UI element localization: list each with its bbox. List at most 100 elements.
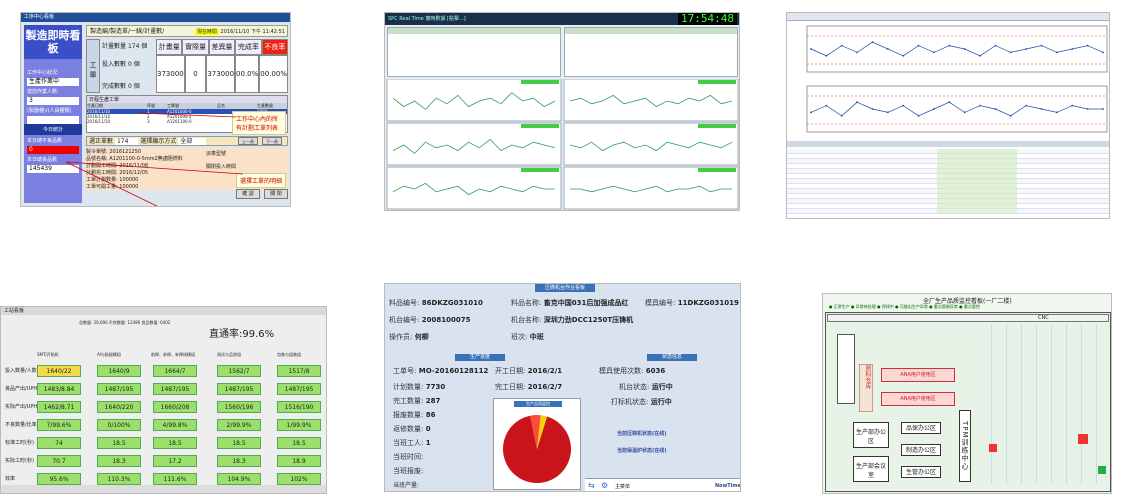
row-status-cell [937, 199, 1017, 203]
metric-cell: 18.9 [277, 455, 321, 467]
row-status-cell [937, 159, 1017, 163]
trend-point [933, 51, 935, 54]
yield-label: 直通率:99.6% [209, 329, 275, 340]
row-status-cell [937, 164, 1017, 168]
metric-cell: 1517/8 [277, 365, 321, 377]
trend-point [840, 44, 843, 47]
trend-analysis-window [786, 12, 1110, 219]
row-status-cell [937, 179, 1017, 183]
metric-cell: 1462/8.71 [37, 401, 81, 413]
metric-cell: 1487/195 [217, 383, 261, 395]
mold-usage-count: 6036 [645, 367, 666, 375]
metric-cell: 111.6% [153, 473, 197, 485]
trend-point [1102, 108, 1104, 110]
trend-point [1025, 104, 1028, 107]
repair-quantity: 0 [425, 425, 431, 433]
metric-cell: 18.3 [97, 455, 141, 467]
row-status-cell [937, 189, 1017, 193]
trend-point [856, 101, 859, 104]
alert-marker[interactable] [1078, 434, 1088, 444]
window-title: 工站看板 [1, 307, 326, 315]
storage-area: 原料仓库 [859, 364, 873, 412]
trend-point [994, 44, 997, 47]
metric-cell: 102% [277, 473, 321, 485]
table-row: 实际工时(秒) 70.7 18.3 17.2 18.3 18.9 [1, 453, 326, 469]
trend-point [810, 111, 812, 114]
trend-point [825, 54, 828, 57]
trend-point [948, 101, 951, 104]
row-status-cell [937, 169, 1017, 173]
header-row: SMT/开贴机 AI与贴插模组 前焊、补焊、补焊线模组 测试与品质组 包装与组装… [37, 352, 301, 357]
spc-panel [386, 122, 562, 166]
table-row[interactable] [787, 209, 1109, 214]
trend-plot-area [806, 85, 1108, 133]
metric-cell: 70.7 [37, 455, 81, 467]
office-planning[interactable]: 生管办公区 [901, 466, 941, 478]
end-date: 2016/2/7 [527, 383, 563, 391]
trend-point [1009, 114, 1012, 117]
row-status-cell [937, 204, 1017, 208]
trend-point [933, 108, 935, 110]
now-time-label: NowTime [715, 483, 741, 489]
spc-panel [386, 79, 562, 122]
main-menu-link[interactable]: 主菜单 [615, 483, 630, 490]
spc-summary-left [387, 27, 561, 77]
workers-count: 1 [425, 439, 431, 447]
tpm-training-center[interactable]: TPM训练中心 [959, 410, 971, 482]
shift-name: 中班 [529, 333, 544, 341]
trend-point [871, 41, 874, 44]
spc-panel-status [698, 168, 736, 172]
tab-bar[interactable] [787, 141, 1109, 147]
meeting-room[interactable]: 生产部会议室 [853, 456, 889, 482]
metric-cell: 7/99.6% [37, 419, 81, 431]
press-status-online: 当前压铸机状态(在线) [617, 431, 667, 437]
office-production[interactable]: 生产部办公区 [853, 422, 889, 448]
status-bar [1, 485, 326, 493]
trend-plot-area [806, 25, 1108, 73]
metric-cell: 1487/195 [97, 383, 141, 395]
trend-point [917, 114, 920, 117]
row-label: 不良数量/比率 [5, 422, 37, 428]
trend-point [963, 111, 966, 114]
done-quantity: 287 [425, 397, 441, 405]
quality-pie-chart [503, 415, 571, 483]
storage-shelves [837, 334, 855, 404]
table-row: 投入数量/人数 1640/22 1640/9 1664/7 1562/7 1517/8 [1, 363, 326, 379]
metric-cell: 1487/195 [277, 383, 321, 395]
table-row: 标准工时(秒) 74 18.5 18.5 18.5 18.5 [1, 435, 326, 451]
metric-cell: 1664/7 [153, 365, 197, 377]
settings-icon[interactable]: ⚙ [601, 481, 608, 490]
row-label: 投入数量/人数 [5, 368, 37, 374]
row-label: 实际产出/UPH [5, 404, 38, 410]
trend-point [1055, 51, 1058, 54]
ok-marker[interactable] [1098, 466, 1106, 474]
metric-cell: 104.9% [217, 473, 261, 485]
board-title: 压铸机台作业看板 [535, 284, 595, 292]
ana-area-1: ANA用户使用区 [881, 368, 955, 382]
quality-pie-panel: 生产品质监控 [493, 398, 581, 490]
trend-charts [806, 25, 1108, 133]
metric-cell: 95.6% [37, 473, 81, 485]
trend-point [1040, 108, 1043, 110]
office-quality[interactable]: 品保办公区 [901, 422, 941, 434]
office-manufacturing[interactable]: 制造办公区 [901, 444, 941, 456]
mold-code: 11DKZG031019 [677, 299, 739, 307]
material-code: 86DKZG031010 [421, 299, 483, 307]
metric-cell: 1640/9 [97, 365, 141, 377]
spc-panel-status [521, 168, 559, 172]
back-arrow-icon[interactable]: ⇆ [588, 481, 595, 490]
trend-point [994, 108, 997, 110]
row-label: 良品产出/UPH [5, 386, 38, 392]
trend-point [1086, 108, 1089, 110]
operator-name: 何柳 [414, 333, 429, 341]
trend-point [917, 44, 920, 47]
trend-point [979, 104, 981, 107]
trend-point [825, 104, 828, 107]
metric-cell: 1516/190 [277, 401, 321, 413]
trend-point [1086, 44, 1089, 47]
metric-cell: 74 [37, 437, 81, 449]
trend-point [979, 54, 981, 57]
machine-code: 2008100075 [421, 316, 471, 324]
alert-marker[interactable] [989, 444, 997, 452]
metric-cell: 1640/220 [97, 401, 141, 413]
